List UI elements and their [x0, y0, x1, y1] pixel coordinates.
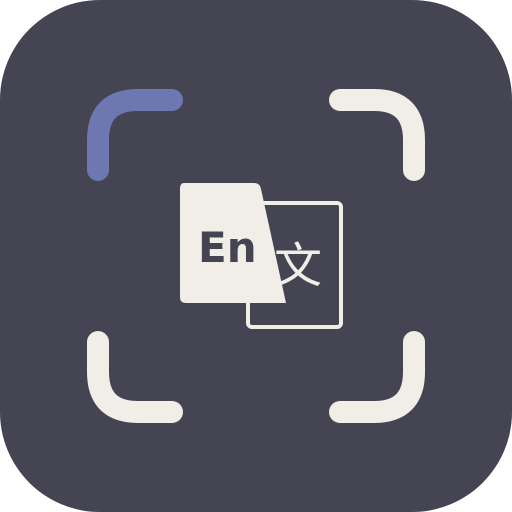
- source-language-label: En: [198, 223, 257, 272]
- app-icon: En 文: [0, 0, 512, 512]
- target-language-label: 文: [274, 238, 322, 294]
- app-icon-graphic: En 文: [0, 0, 512, 512]
